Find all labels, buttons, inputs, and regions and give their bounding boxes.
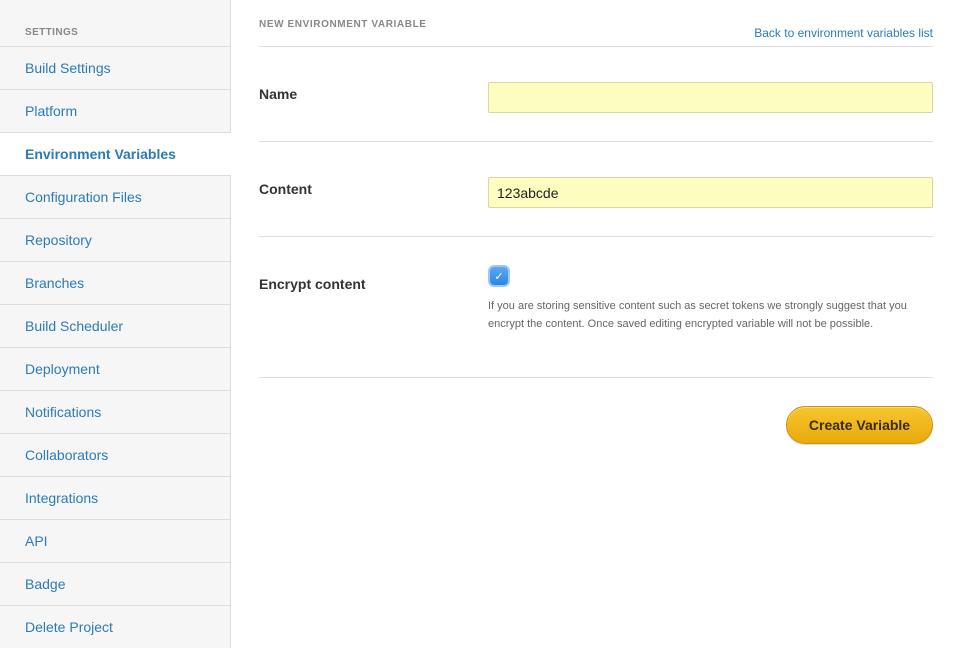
- new-variable-form: Name Content Encrypt content ✓ If you ar…: [259, 47, 933, 444]
- sidebar-item-notifications[interactable]: Notifications: [0, 391, 230, 434]
- sidebar-item-repository[interactable]: Repository: [0, 219, 230, 262]
- main-content: NEW ENVIRONMENT VARIABLE Back to environ…: [231, 0, 957, 648]
- encrypt-checkbox[interactable]: ✓: [490, 267, 508, 285]
- page-title: NEW ENVIRONMENT VARIABLE: [259, 19, 427, 30]
- back-to-list-link[interactable]: Back to environment variables list: [754, 26, 933, 40]
- sidebar-item-integrations[interactable]: Integrations: [0, 477, 230, 520]
- sidebar-item-build-scheduler[interactable]: Build Scheduler: [0, 305, 230, 348]
- sidebar-item-environment-variables[interactable]: Environment Variables: [0, 133, 231, 176]
- sidebar-item-delete-project[interactable]: Delete Project: [0, 606, 230, 648]
- name-input[interactable]: [488, 82, 933, 113]
- content-label: Content: [259, 181, 312, 197]
- checkmark-icon: ✓: [494, 270, 504, 283]
- name-control: [488, 82, 933, 141]
- name-label: Name: [259, 86, 298, 102]
- sidebar-item-badge[interactable]: Badge: [0, 563, 230, 606]
- encrypt-row: Encrypt content ✓ If you are storing sen…: [259, 237, 933, 378]
- form-actions: Create Variable: [259, 378, 933, 444]
- sidebar-item-platform[interactable]: Platform: [0, 90, 230, 133]
- name-row: Name: [259, 47, 933, 142]
- content-row: Content: [259, 142, 933, 237]
- encrypt-help-text: If you are storing sensitive content suc…: [488, 300, 907, 330]
- settings-sidebar: SETTINGS Build Settings Platform Environ…: [0, 0, 231, 648]
- sidebar-item-api[interactable]: API: [0, 520, 230, 563]
- sidebar-heading: SETTINGS: [0, 0, 230, 47]
- sidebar-item-configuration-files[interactable]: Configuration Files: [0, 176, 230, 219]
- sidebar-item-collaborators[interactable]: Collaborators: [0, 434, 230, 477]
- create-variable-button[interactable]: Create Variable: [786, 406, 933, 444]
- sidebar-item-branches[interactable]: Branches: [0, 262, 230, 305]
- encrypt-control: ✓ If you are storing sensitive content s…: [488, 267, 933, 377]
- encrypt-label: Encrypt content: [259, 276, 366, 292]
- content-control: [488, 177, 933, 236]
- sidebar-item-build-settings[interactable]: Build Settings: [0, 47, 230, 90]
- sidebar-nav: Build Settings Platform Environment Vari…: [0, 47, 231, 648]
- main-header: NEW ENVIRONMENT VARIABLE Back to environ…: [259, 0, 933, 47]
- content-input[interactable]: [488, 177, 933, 208]
- sidebar-item-deployment[interactable]: Deployment: [0, 348, 230, 391]
